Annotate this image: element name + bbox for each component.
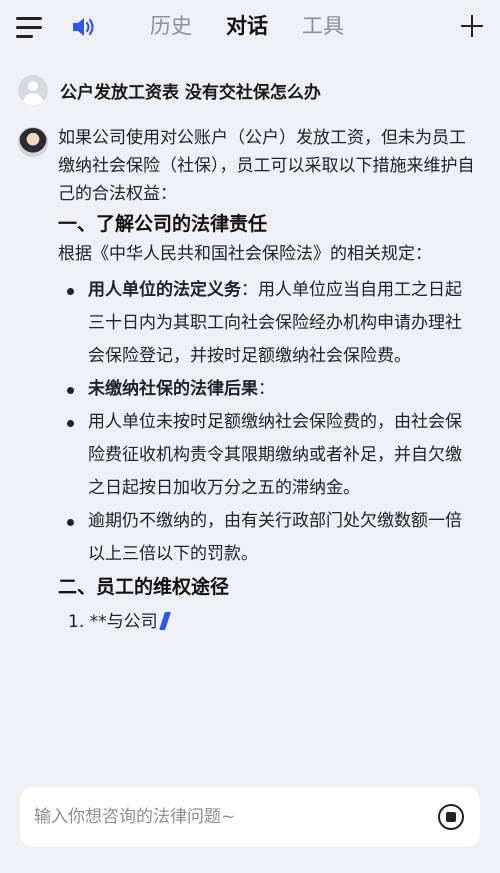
tab-history[interactable]: 历史 [150,10,192,42]
section-heading: 二、员工的维权途径 [58,576,230,598]
tab-tools[interactable]: 工具 [302,10,344,42]
stop-icon[interactable] [438,804,464,830]
plus-icon[interactable] [460,14,484,38]
user-avatar [18,75,48,105]
bullet-bold: 未缴纳社保的法律后果 [88,379,258,399]
question-input[interactable] [34,807,414,827]
assistant-avatar [18,127,48,157]
bullet-bold: 用人单位的法定义务 [88,280,241,300]
list-item: 用人单位的法定义务：用人单位应当自用工之日起三十日内为其职工向社会保险经办机构申… [58,274,478,373]
bullet-text: 用人单位未按时足额缴纳社会保险费的，由社会保险费征收机构责令其限期缴纳或者补足，… [88,412,462,498]
list-item: 未缴纳社保的法律后果： [58,373,478,406]
section-heading: 一、了解公司的法律责任 [58,213,268,235]
tab-chat[interactable]: 对话 [226,10,268,42]
tab-bar: 历史 对话 工具 [150,10,344,42]
user-message: 公户发放工资表 没有交社保怎么办 [18,75,321,105]
user-question-text: 公户发放工资表 没有交社保怎么办 [60,82,321,103]
bullet-text: ： [258,379,275,399]
numbered-item-text: 1. **与公司 [68,612,158,632]
typing-cursor-icon [158,612,171,630]
list-item: 1. **与公司 [58,607,478,637]
speaker-icon[interactable] [70,13,98,41]
list-item: 用人单位未按时足额缴纳社会保险费的，由社会保险费征收机构责令其限期缴纳或者补足，… [58,406,478,505]
menu-icon[interactable] [16,15,44,41]
section-intro: 根据《中华人民共和国社会保险法》的相关规定： [58,244,432,264]
answer-intro: 如果公司使用对公账户（公户）发放工资，但未为员工缴纳社会保险（社保），员工可以采… [58,128,475,204]
list-item: 逾期仍不缴纳的，由有关行政部门处欠缴数额一倍以上三倍以下的罚款。 [58,505,478,571]
chat-input-box [20,787,480,847]
bullet-text: 逾期仍不缴纳的，由有关行政部门处欠缴数额一倍以上三倍以下的罚款。 [88,511,462,564]
bullet-list: 用人单位的法定义务：用人单位应当自用工之日起三十日内为其职工向社会保险经办机构申… [58,274,478,571]
assistant-answer: 如果公司使用对公账户（公户）发放工资，但未为员工缴纳社会保险（社保），员工可以采… [58,124,478,637]
top-bar: 历史 对话 工具 [0,0,500,56]
numbered-list: 1. **与公司 [58,607,478,637]
